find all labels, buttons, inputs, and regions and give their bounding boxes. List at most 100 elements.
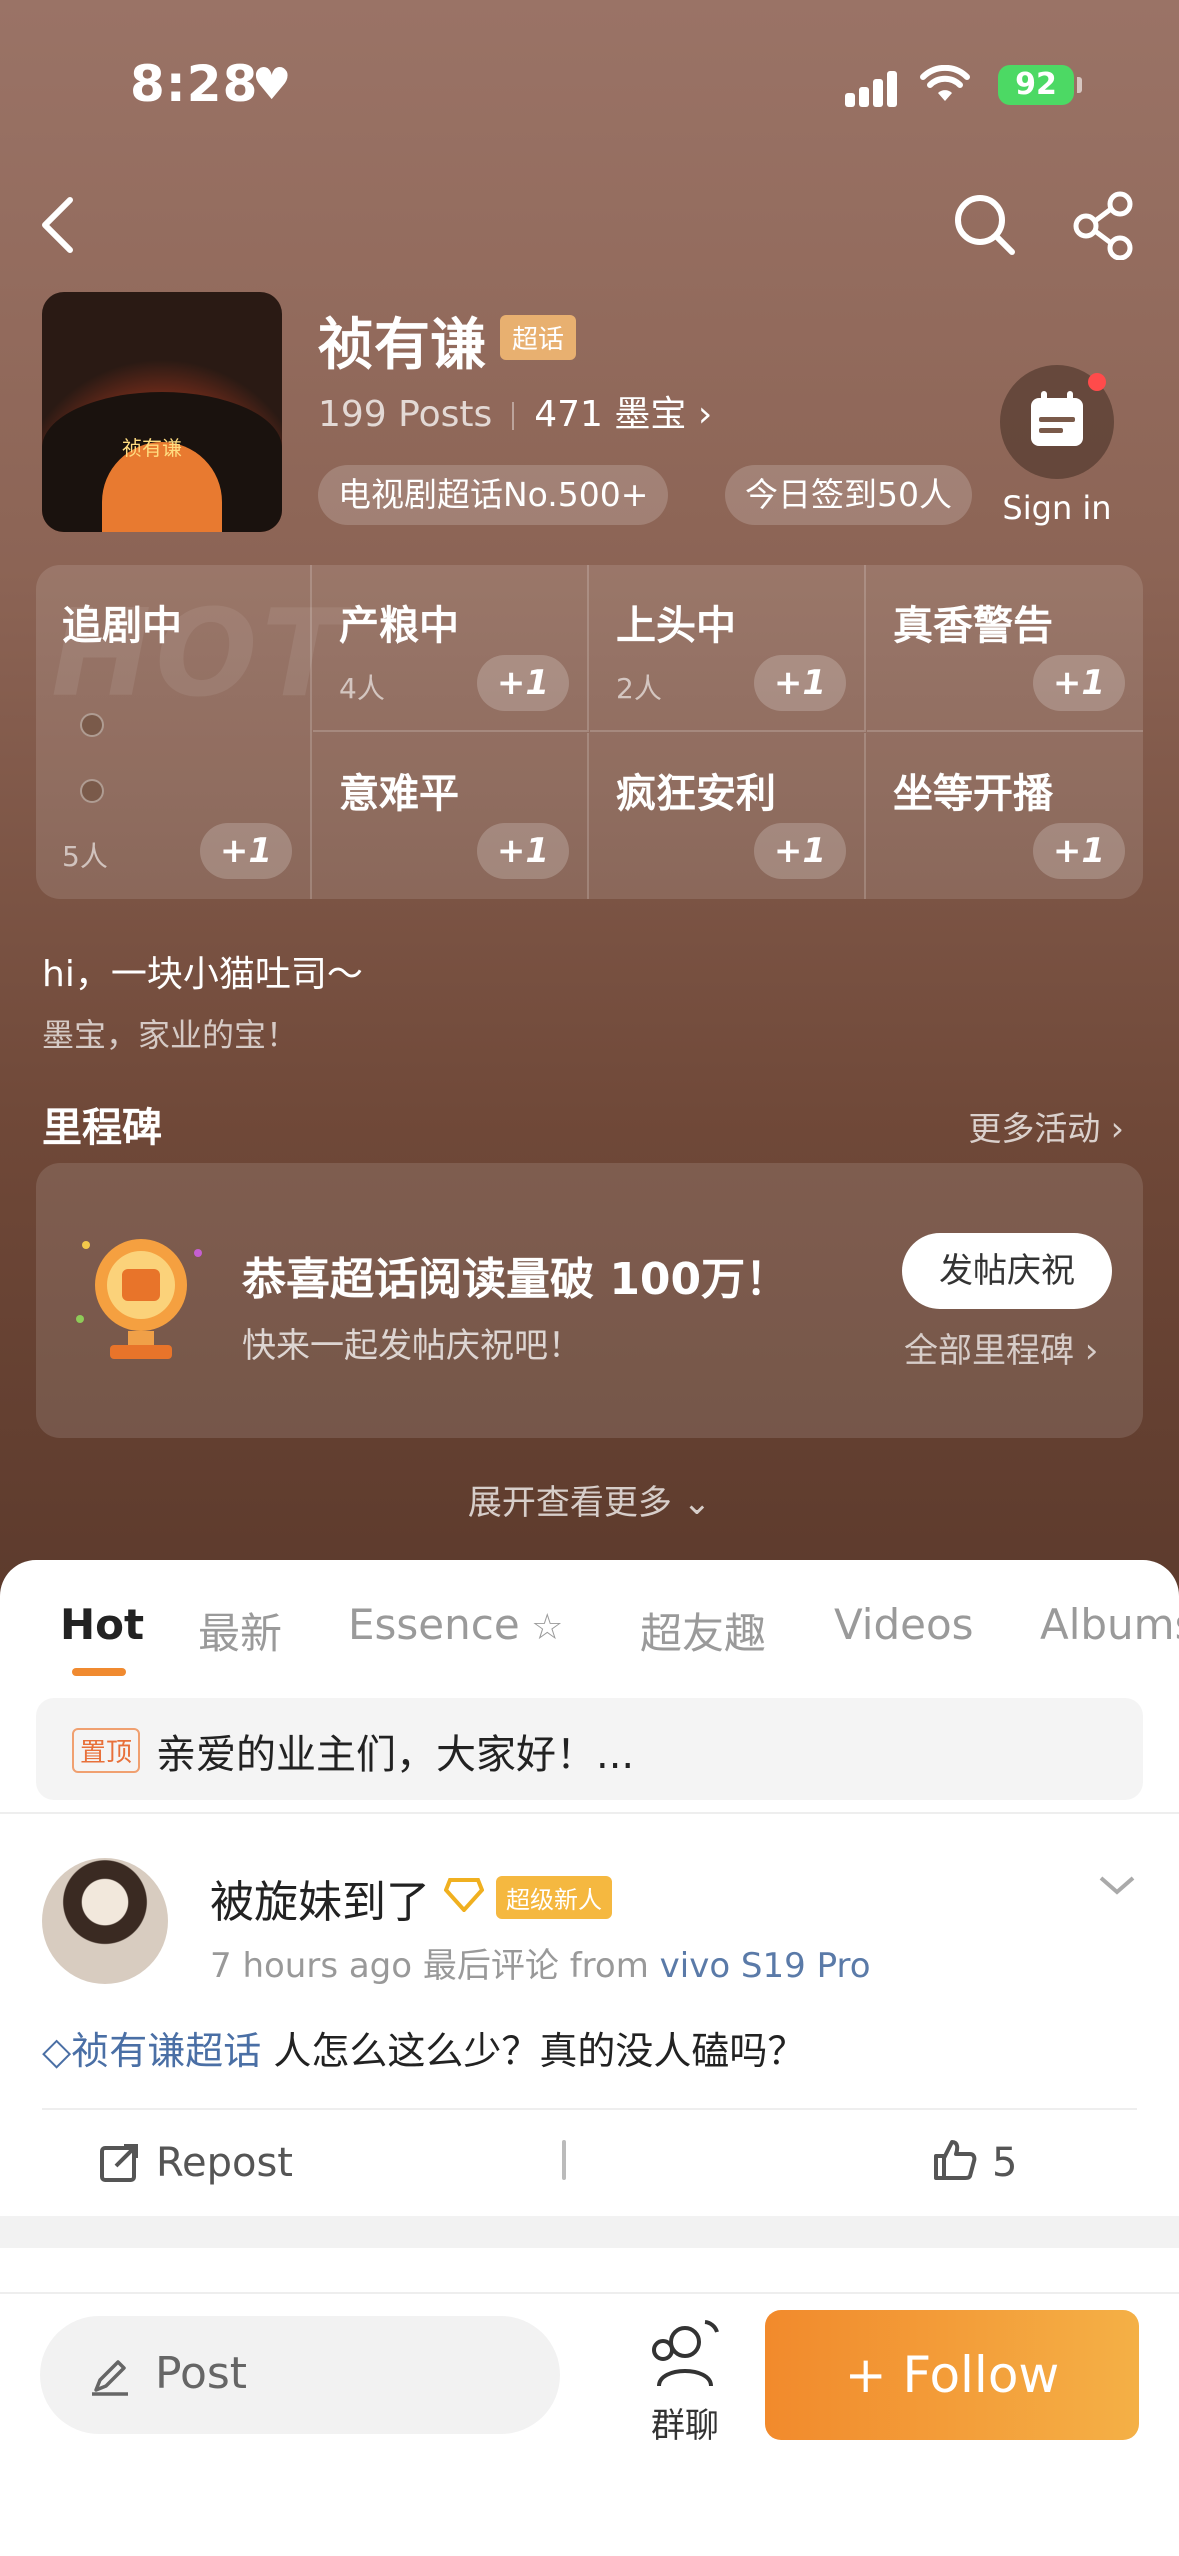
share-icon[interactable]	[1070, 190, 1140, 260]
intro-line-1: hi，一块小猫吐司～	[42, 954, 363, 995]
battery-indicator: 92	[998, 65, 1074, 105]
tab-hot[interactable]: Hot	[60, 1600, 144, 1649]
thumbs-up-icon	[934, 2140, 977, 2180]
follow-button[interactable]: + Follow	[765, 2310, 1139, 2440]
chevron-right-icon: ›	[1100, 1109, 1124, 1148]
group-chat-icon	[652, 2320, 719, 2387]
chevron-down-icon[interactable]	[1097, 1870, 1137, 1900]
repost-button[interactable]: Repost	[98, 2140, 293, 2186]
avatar[interactable]	[42, 1858, 168, 1984]
like-count: 5	[992, 2140, 1018, 2186]
trophy-icon	[76, 1239, 202, 1359]
plus-one-button[interactable]: +1	[754, 655, 846, 711]
plus-one-button[interactable]: +1	[477, 655, 569, 711]
tab-bar: Hot 最新 Essence ☆ 超友趣 Videos Albums	[0, 1600, 1179, 1680]
tab-albums[interactable]: Albums	[1040, 1600, 1179, 1649]
milestone-headline: 恭喜超话阅读量破 100万！	[242, 1254, 790, 1305]
status-bar: 8:28 ♥ 92	[0, 55, 1179, 115]
celebrate-post-button[interactable]: 发帖庆祝	[902, 1233, 1112, 1309]
topic-stats: 199 Posts 471 墨宝 ›	[318, 385, 712, 437]
post-divider	[42, 2108, 1137, 2110]
grid-cell-label: 追剧中	[62, 603, 182, 649]
pen-icon	[92, 2360, 128, 2396]
group-chat-button[interactable]: 群聊	[640, 2316, 730, 2447]
wifi-icon	[920, 65, 970, 101]
active-tab-indicator	[72, 1668, 126, 1676]
milestone-card: 恭喜超话阅读量破 100万！ 快来一起发帖庆祝吧！ 发帖庆祝 全部里程碑 ›	[36, 1163, 1143, 1438]
user-level-badge: 超级新人	[496, 1876, 612, 1919]
search-icon[interactable]	[950, 190, 1020, 260]
action-divider	[562, 2140, 566, 2180]
mini-avatar	[80, 779, 104, 803]
expand-label: 展开查看更多	[467, 1483, 672, 1523]
grid-cell-zuodeng[interactable]: 坐等开播 +1	[867, 733, 1143, 899]
back-icon[interactable]	[30, 190, 90, 260]
grid-cell-zhenxiang[interactable]: 真香警告 +1	[867, 565, 1143, 732]
grid-cell-label: 产粮中	[339, 603, 459, 649]
heart-icon: ♥	[252, 59, 292, 110]
chevron-right-icon: ›	[686, 394, 713, 435]
repost-icon	[100, 2144, 138, 2182]
milestone-subtitle: 快来一起发帖庆祝吧！	[242, 1326, 582, 1366]
grid-cell-count: 4人	[339, 672, 385, 705]
grid-cell-label: 上头中	[616, 603, 736, 649]
ranking-chip[interactable]: 电视剧超话No.500+	[318, 465, 669, 525]
plus-one-button[interactable]: +1	[1033, 655, 1125, 711]
group-chat-label: 群聊	[651, 2406, 719, 2446]
milestone-heading: 里程碑	[42, 1105, 162, 1151]
post-from: from	[569, 1946, 649, 1986]
plus-one-button[interactable]: +1	[200, 823, 292, 879]
stats-divider	[512, 402, 515, 430]
status-time: 8:28	[130, 55, 259, 113]
grid-cell-count: 2人	[616, 672, 662, 705]
all-milestones-link[interactable]: 全部里程碑 ›	[904, 1323, 1098, 1372]
grid-cell-label: 坐等开播	[893, 771, 1053, 817]
vip-icon	[444, 1878, 484, 1912]
topic-link[interactable]: ◇祯有谦超话	[42, 2029, 261, 2073]
topic-diamond-icon: ◇	[42, 2029, 72, 2073]
topic-avatar[interactable]: 祯有谦	[42, 292, 282, 532]
avatar-logo-text: 祯有谦	[122, 436, 182, 460]
grid-cell-label: 疯狂安利	[616, 771, 776, 817]
tab-essence[interactable]: Essence ☆	[348, 1600, 563, 1649]
grid-cell-zhuiju[interactable]: 追剧中 5人 +1	[36, 565, 312, 899]
topic-title: 祯有谦	[318, 313, 486, 378]
tab-latest[interactable]: 最新	[198, 1600, 282, 1661]
checkin-chip[interactable]: 今日签到50人	[725, 465, 972, 525]
plus-one-button[interactable]: +1	[1033, 823, 1125, 879]
grid-cell-label: 意难平	[339, 771, 459, 817]
post-compose-button[interactable]: Post	[40, 2316, 560, 2434]
post-meta: 7 hours ago 最后评论 from vivo S19 Pro	[210, 1938, 871, 1987]
more-activities-label: 更多活动	[968, 1109, 1101, 1148]
chevron-right-icon: ›	[1074, 1331, 1099, 1371]
pinned-tag: 置顶	[72, 1728, 141, 1773]
calendar-icon	[1000, 365, 1114, 479]
more-activities-link[interactable]: 更多活动 ›	[968, 1102, 1124, 1150]
post-author-name[interactable]: 被旋妹到了	[210, 1866, 430, 1930]
grid-cell-label: 真香警告	[893, 603, 1053, 649]
tab-videos[interactable]: Videos	[834, 1600, 974, 1649]
grid-cell-shangtou[interactable]: 上头中 2人 +1	[590, 565, 866, 732]
posts-count[interactable]: 199 Posts	[318, 394, 492, 435]
grid-cell-fengkuang[interactable]: 疯狂安利 +1	[590, 733, 866, 899]
signal-icon	[845, 69, 905, 107]
post-body[interactable]: ◇祯有谦超话 人怎么这么少？真的没人磕吗？	[42, 2020, 805, 2075]
repost-label: Repost	[156, 2140, 293, 2186]
grid-cell-chanliang[interactable]: 产粮中 4人 +1	[313, 565, 589, 732]
supertopic-badge: 超话	[500, 315, 577, 360]
like-button[interactable]: 5	[930, 2136, 1017, 2186]
expand-more-link[interactable]: 展开查看更多 ⌄	[0, 1475, 1179, 1524]
sign-in-button[interactable]: Sign in	[997, 365, 1117, 527]
sign-in-label: Sign in	[1002, 489, 1112, 527]
pinned-post[interactable]: 置顶 亲爱的业主们，大家好！...	[36, 1698, 1143, 1800]
bottom-bar: Post 群聊 + Follow	[0, 2292, 1179, 2556]
mobao-count[interactable]: 471 墨宝	[534, 394, 686, 435]
plus-one-button[interactable]: +1	[477, 823, 569, 879]
grid-cell-yinanping[interactable]: 意难平 +1	[313, 733, 589, 899]
plus-one-button[interactable]: +1	[754, 823, 846, 879]
tab-fun[interactable]: 超友趣	[640, 1600, 766, 1661]
tab-essence-label: Essence	[348, 1600, 520, 1649]
mood-grid: HOT 追剧中 5人 +1 产粮中 4人 +1 上头中 2人 +1 真香警告 +…	[36, 565, 1143, 899]
intro-line-2: 墨宝，家业的宝！	[42, 1016, 299, 1054]
post-time: 7 hours ago 最后评论	[210, 1946, 559, 1986]
